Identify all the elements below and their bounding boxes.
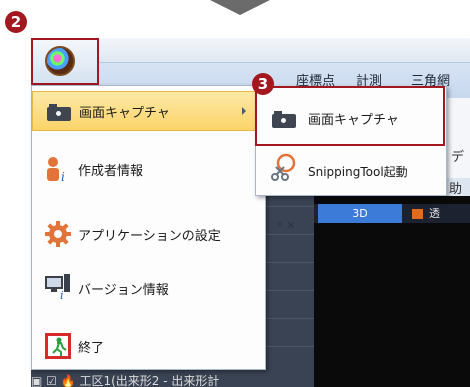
chevron-right-icon [242, 107, 246, 115]
step-2-badge: 2 [5, 11, 27, 33]
menu-item-label: アプリケーションの設定 [78, 228, 221, 244]
menu-item-app-settings[interactable]: アプリケーションの設定 [32, 214, 265, 254]
submenu-item-snipping-tool[interactable]: SnippingTool起動 [256, 149, 446, 195]
tree-item-label[interactable]: ▣ ☑ 🔥 工区1(出来形2 - 出来形計 [31, 372, 219, 387]
view-tab-3d[interactable]: 3D [318, 204, 402, 223]
author-info-icon: i [44, 155, 72, 184]
menu-item-label: 作成者情報 [78, 163, 144, 179]
view-panel [314, 196, 470, 387]
svg-text:i: i [60, 289, 64, 300]
top-arrow-indicator [210, 0, 270, 15]
panel-pin-close[interactable]: ᵖ ✕ [278, 219, 295, 232]
app-logo-icon [45, 46, 75, 76]
menu-item-label: バージョン情報 [78, 282, 169, 298]
gear-icon [44, 220, 72, 248]
submenu-item-label: SnippingTool起動 [308, 165, 408, 179]
step-3-badge: 3 [252, 73, 274, 95]
camera-icon [45, 98, 73, 126]
application-menu: 画面キャプチャ i 作成者情報 アプリケーションの設定 i バージョン情報 終了 [31, 85, 266, 370]
ribbon-label: デ [451, 150, 465, 165]
menu-item-label: 画面キャプチャ [79, 105, 170, 121]
exit-icon [44, 332, 72, 360]
menu-item-screen-capture[interactable]: 画面キャプチャ [32, 91, 265, 131]
version-info-icon: i [44, 272, 72, 302]
menu-item-author-info[interactable]: i 作成者情報 [32, 149, 265, 189]
svg-text:i: i [61, 170, 65, 183]
view-label: 透 [429, 207, 440, 220]
submenu-highlight-frame [255, 86, 445, 146]
menu-item-label: 終了 [78, 340, 105, 356]
scissors-icon [270, 153, 298, 181]
menu-item-exit[interactable]: 終了 [32, 326, 265, 366]
view-flag-icon [412, 209, 423, 219]
menu-item-version-info[interactable]: i バージョン情報 [32, 268, 265, 308]
